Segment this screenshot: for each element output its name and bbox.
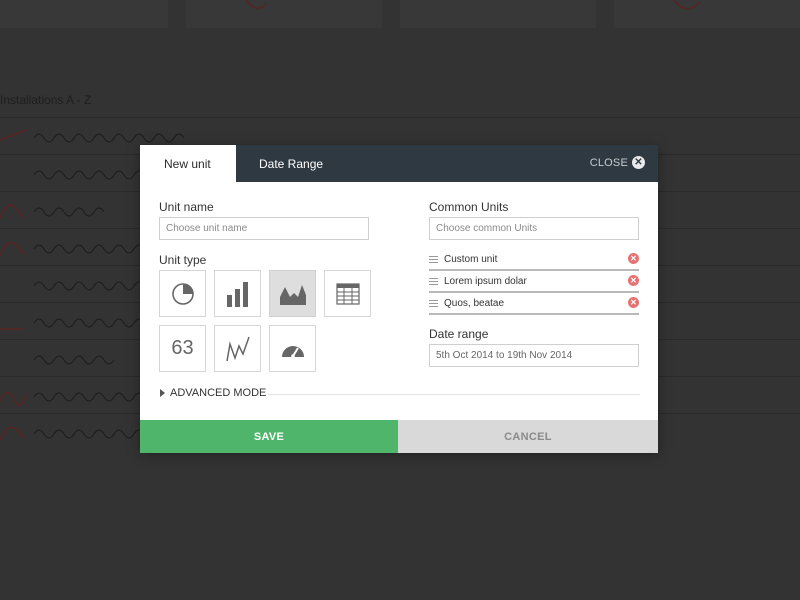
scribble-icon	[34, 318, 144, 328]
cancel-button[interactable]: CANCEL	[398, 420, 658, 453]
sparkline-icon	[245, 0, 267, 9]
advanced-mode-toggle[interactable]: ADVANCED MODE	[160, 387, 266, 399]
drag-handle-icon[interactable]	[429, 256, 438, 265]
scribble-icon	[34, 281, 144, 291]
tab-new-unit[interactable]: New unit	[140, 145, 236, 182]
gauge-icon	[281, 345, 304, 358]
common-units-label: Common Units	[429, 200, 509, 214]
unit-type-table-button[interactable]	[324, 270, 371, 317]
scribble-icon	[34, 207, 105, 217]
background-top-cards	[0, 0, 800, 32]
unit-type-bar-button[interactable]	[214, 270, 261, 317]
sparkline-icon	[0, 242, 25, 256]
line-chart-icon	[225, 336, 250, 361]
drag-handle-icon[interactable]	[429, 300, 438, 309]
sparkline-icon	[0, 426, 25, 441]
unit-name-input[interactable]	[159, 217, 369, 240]
sparkline-icon	[0, 204, 23, 219]
common-unit-name: Lorem ipsum dolar	[444, 276, 527, 287]
table-icon	[335, 282, 360, 305]
scribble-icon	[34, 429, 144, 439]
close-circle-icon: ✕	[632, 156, 645, 169]
scribble-icon	[34, 355, 115, 365]
common-units-input[interactable]	[429, 217, 639, 240]
scribble-icon	[34, 133, 185, 143]
save-button[interactable]: SAVE	[140, 420, 398, 453]
unit-type-number-button[interactable]: 63	[159, 325, 206, 372]
close-label: CLOSE	[589, 156, 628, 169]
drag-handle-icon[interactable]	[429, 278, 438, 287]
common-unit-item[interactable]: Lorem ipsum dolar ✕	[429, 271, 639, 293]
sparkline-icon	[0, 391, 27, 406]
common-unit-item[interactable]: Quos, beatae ✕	[429, 293, 639, 315]
scribble-icon	[34, 392, 144, 402]
sparkline-icon	[673, 0, 701, 10]
common-unit-name: Quos, beatae	[444, 298, 505, 309]
remove-circle-icon[interactable]: ✕	[628, 297, 639, 308]
divider	[268, 394, 640, 395]
tab-date-range[interactable]: Date Range	[236, 145, 346, 182]
unit-type-line-button[interactable]	[214, 325, 261, 372]
scribble-icon	[34, 170, 144, 180]
background-list-title: Installations A - Z	[0, 93, 92, 107]
number-icon: 63	[171, 337, 194, 359]
bar-chart-icon	[226, 281, 248, 307]
unit-type-pie-button[interactable]	[159, 270, 206, 317]
scribble-icon	[34, 244, 144, 254]
common-unit-name: Custom unit	[444, 254, 498, 265]
sparkline-icon	[0, 328, 24, 330]
unit-type-label: Unit type	[159, 253, 207, 267]
new-unit-modal: New unit Date Range CLOSE ✕ Unit name Un…	[140, 145, 658, 453]
close-button[interactable]: CLOSE ✕	[590, 156, 645, 169]
background-card	[0, 0, 168, 28]
unit-type-area-button[interactable]	[269, 270, 316, 317]
background-card	[400, 0, 596, 28]
background-card	[186, 0, 382, 28]
date-range-label: Date range	[429, 327, 489, 341]
unit-name-label: Unit name	[159, 200, 214, 214]
remove-circle-icon[interactable]: ✕	[628, 275, 639, 286]
unit-type-gauge-button[interactable]	[269, 325, 316, 372]
advanced-mode-label: ADVANCED MODE	[170, 387, 267, 399]
modal-tab-bar: New unit Date Range CLOSE ✕	[140, 145, 658, 182]
common-unit-item[interactable]: Custom unit ✕	[429, 249, 639, 271]
background-card	[614, 0, 800, 28]
sparkline-icon	[0, 129, 27, 141]
remove-circle-icon[interactable]: ✕	[628, 253, 639, 264]
triangle-right-icon	[160, 389, 165, 397]
pie-chart-icon	[171, 282, 194, 305]
area-chart-icon	[279, 284, 306, 305]
date-range-input[interactable]	[429, 344, 639, 367]
